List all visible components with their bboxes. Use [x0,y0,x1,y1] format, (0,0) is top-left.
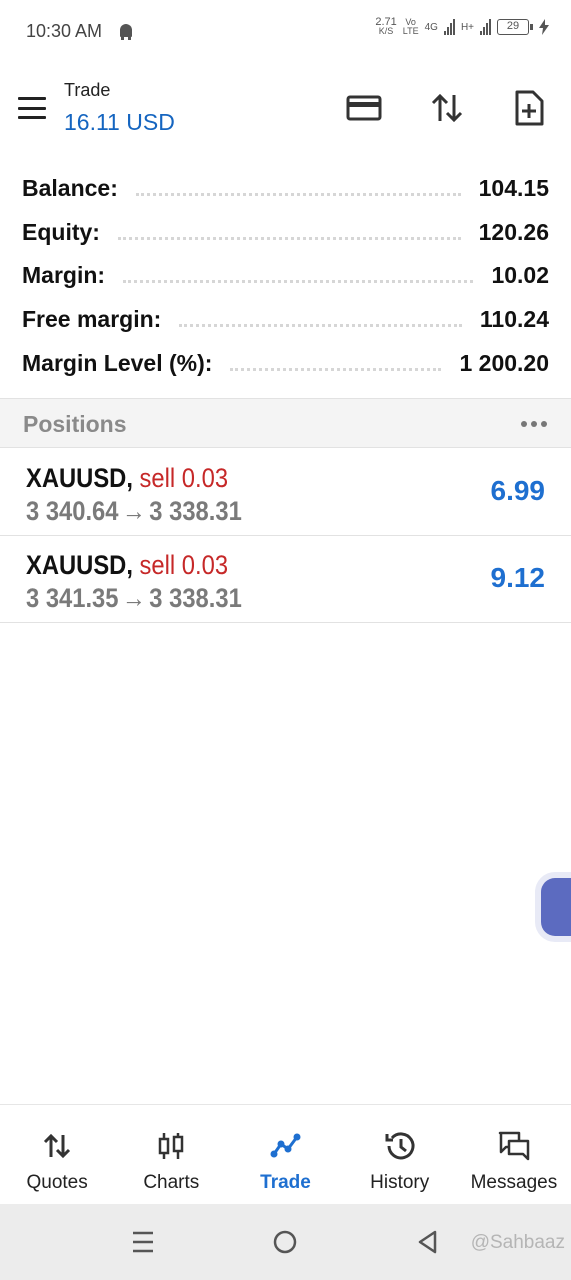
position-profit: 9.12 [490,562,546,593]
summary-row-free-margin: Free margin: 110.24 [22,297,549,341]
position-row[interactable]: XAUUSD, sell 0.03 3 340.64 → 3 338.31 6.99 [0,449,571,536]
position-type: sell 0.03 [139,550,229,580]
summary-row-equity: Equity: 120.26 [22,210,549,254]
positions-title: Positions [23,411,127,437]
nav-quotes-label: Quotes [26,1172,88,1193]
back-icon[interactable] [414,1228,442,1256]
dotted-leader [135,192,461,196]
position-prices: 3 340.64 → 3 338.31 [26,496,242,527]
margin-value: 10.02 [491,261,549,288]
network-h-label: H+ [460,21,474,33]
status-bar: 10:30 AM 2.71 K/S Vo LTE 4G H+ 29 [0,0,571,64]
nav-quotes[interactable]: Quotes [0,1105,114,1204]
current-price: 3 338.31 [149,583,242,613]
signal-icon-2 [480,19,491,35]
quotes-icon [44,1133,71,1159]
arrow-right-icon: → [122,583,146,613]
android-notification-icon [120,24,132,40]
charts-icon [159,1133,184,1159]
trade-icon [270,1133,300,1158]
margin-level-value: 1 200.20 [459,349,549,376]
equity-value: 120.26 [478,218,549,245]
nav-history[interactable]: History [343,1105,457,1204]
free-margin-value: 110.24 [479,305,549,332]
summary-row-margin-level: Margin Level (%): 1 200.20 [22,341,549,385]
arrow-right-icon: → [122,496,146,526]
volte-indicator: Vo LTE [402,17,419,36]
position-prices: 3 341.35 → 3 338.31 [26,583,242,614]
equity-label: Equity: [22,218,100,245]
nav-charts[interactable]: Charts [114,1105,228,1204]
floating-assistant-bubble[interactable] [541,878,571,936]
free-margin-label: Free margin: [22,305,162,332]
messages-icon [498,1131,530,1161]
dotted-leader [230,367,442,371]
nav-history-label: History [370,1172,430,1193]
dotted-leader [123,279,474,283]
menu-icon[interactable] [18,97,46,119]
nav-trade-label: Trade [260,1172,311,1193]
net-speed: 2.71 K/S [375,16,397,36]
nav-messages-label: Messages [470,1172,558,1193]
dotted-leader [117,236,461,240]
bottom-navigation: Quotes Charts Trade History Messages [0,1104,571,1204]
margin-level-label: Margin Level (%): [22,349,213,376]
battery-icon: 29 [497,19,533,35]
new-order-icon[interactable] [509,88,549,128]
page-title: Trade [64,80,111,100]
nav-messages[interactable]: Messages [457,1105,571,1204]
sort-icon[interactable] [427,88,467,128]
nav-trade[interactable]: Trade [228,1105,342,1204]
open-price: 3 340.64 [26,496,119,526]
position-symbol: XAUUSD, [26,550,133,580]
watermark: @Sahbaaz [470,1232,565,1253]
summary-row-margin: Margin: 10.02 [22,253,549,297]
network-4g-label: 4G [424,21,438,33]
open-price: 3 341.35 [26,583,119,613]
summary-row-balance: Balance: 104.15 [22,166,549,210]
margin-label: Margin: [22,261,106,288]
status-time: 10:30 AM [26,21,103,41]
history-icon [385,1132,415,1160]
system-navigation-bar: @Sahbaaz [0,1204,571,1280]
app-header: Trade 16.11 USD [0,64,571,156]
current-price: 3 338.31 [149,496,242,526]
nav-charts-label: Charts [143,1172,200,1193]
balance-label: Balance: [22,174,118,201]
deposit-card-icon[interactable] [344,88,384,128]
more-options-icon[interactable] [521,421,547,427]
recent-apps-icon[interactable] [129,1228,157,1256]
position-type: sell 0.03 [139,463,229,493]
dotted-leader [179,323,462,327]
position-symbol: XAUUSD, [26,463,133,493]
signal-icon [443,19,455,35]
position-profit: 6.99 [490,475,546,506]
charging-icon [539,19,549,35]
balance-value: 104.15 [478,174,549,201]
position-title-line: XAUUSD, sell 0.03 [26,550,228,581]
positions-section-header: Positions [0,398,571,448]
position-title-line: XAUUSD, sell 0.03 [26,463,228,494]
position-row[interactable]: XAUUSD, sell 0.03 3 341.35 → 3 338.31 9.12 [0,536,571,623]
account-profit: 16.11 USD [64,109,175,135]
home-icon[interactable] [271,1228,299,1256]
